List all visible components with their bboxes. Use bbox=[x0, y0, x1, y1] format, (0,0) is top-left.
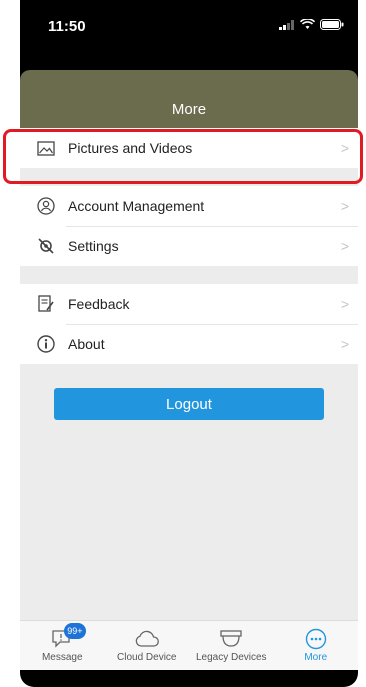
tab-message[interactable]: 99+ Message bbox=[22, 623, 102, 663]
bottom-tab-bar: 99+ Message Cloud Device Legacy Devices bbox=[20, 620, 358, 670]
menu-item-settings[interactable]: Settings > bbox=[20, 226, 358, 266]
tab-label: More bbox=[304, 652, 328, 663]
chevron-right-icon: > bbox=[340, 336, 350, 352]
feedback-icon bbox=[36, 294, 56, 314]
tab-label: Legacy Devices bbox=[195, 652, 267, 663]
tab-cloud-device[interactable]: Cloud Device bbox=[107, 627, 187, 663]
section-divider bbox=[20, 168, 358, 186]
menu-group-account: Account Management > Settings > bbox=[20, 186, 358, 266]
chevron-right-icon: > bbox=[340, 198, 350, 214]
tab-label: Cloud Device bbox=[117, 652, 177, 663]
menu-group-media: Pictures and Videos > bbox=[20, 128, 358, 168]
status-icons bbox=[279, 19, 344, 30]
chevron-right-icon: > bbox=[340, 140, 350, 156]
menu-item-label: Pictures and Videos bbox=[68, 140, 193, 156]
more-dots-icon bbox=[301, 627, 331, 651]
battery-icon bbox=[320, 19, 344, 30]
wifi-icon bbox=[300, 19, 315, 29]
menu-item-feedback[interactable]: Feedback > bbox=[20, 284, 358, 324]
picture-icon bbox=[36, 138, 56, 158]
menu-item-label: Account Management bbox=[68, 198, 205, 214]
status-time: 11:50 bbox=[48, 18, 86, 35]
cloud-icon bbox=[132, 627, 162, 651]
message-badge: 99+ bbox=[64, 623, 86, 639]
info-icon bbox=[36, 334, 56, 354]
camera-dome-icon bbox=[216, 627, 246, 651]
menu-item-about[interactable]: About > bbox=[20, 324, 358, 364]
menu-item-label: Feedback bbox=[68, 296, 130, 312]
logout-container: Logout bbox=[20, 364, 358, 420]
menu-item-label: About bbox=[68, 336, 105, 352]
menu-group-support: Feedback > About > bbox=[20, 284, 358, 364]
phone-screen: 11:50 More Pictures and Videos > Account… bbox=[20, 0, 358, 687]
menu-item-label: Settings bbox=[68, 238, 119, 254]
menu-item-pictures-videos[interactable]: Pictures and Videos > bbox=[20, 128, 358, 168]
page-header: More bbox=[20, 70, 358, 128]
user-circle-icon bbox=[36, 196, 56, 216]
chevron-right-icon: > bbox=[340, 296, 350, 312]
signal-icon bbox=[279, 19, 294, 30]
section-divider bbox=[20, 266, 358, 284]
page-title: More bbox=[171, 101, 207, 118]
menu-item-account-management[interactable]: Account Management > bbox=[20, 186, 358, 226]
tab-more[interactable]: More bbox=[276, 627, 356, 663]
chevron-right-icon: > bbox=[340, 238, 350, 254]
status-bar: 11:50 bbox=[20, 0, 358, 70]
more-content: Pictures and Videos > Account Management… bbox=[20, 128, 358, 620]
settings-icon bbox=[36, 236, 56, 256]
tab-label: Message bbox=[41, 652, 83, 663]
tab-legacy-devices[interactable]: Legacy Devices bbox=[191, 627, 271, 663]
logout-button[interactable]: Logout bbox=[54, 388, 324, 420]
